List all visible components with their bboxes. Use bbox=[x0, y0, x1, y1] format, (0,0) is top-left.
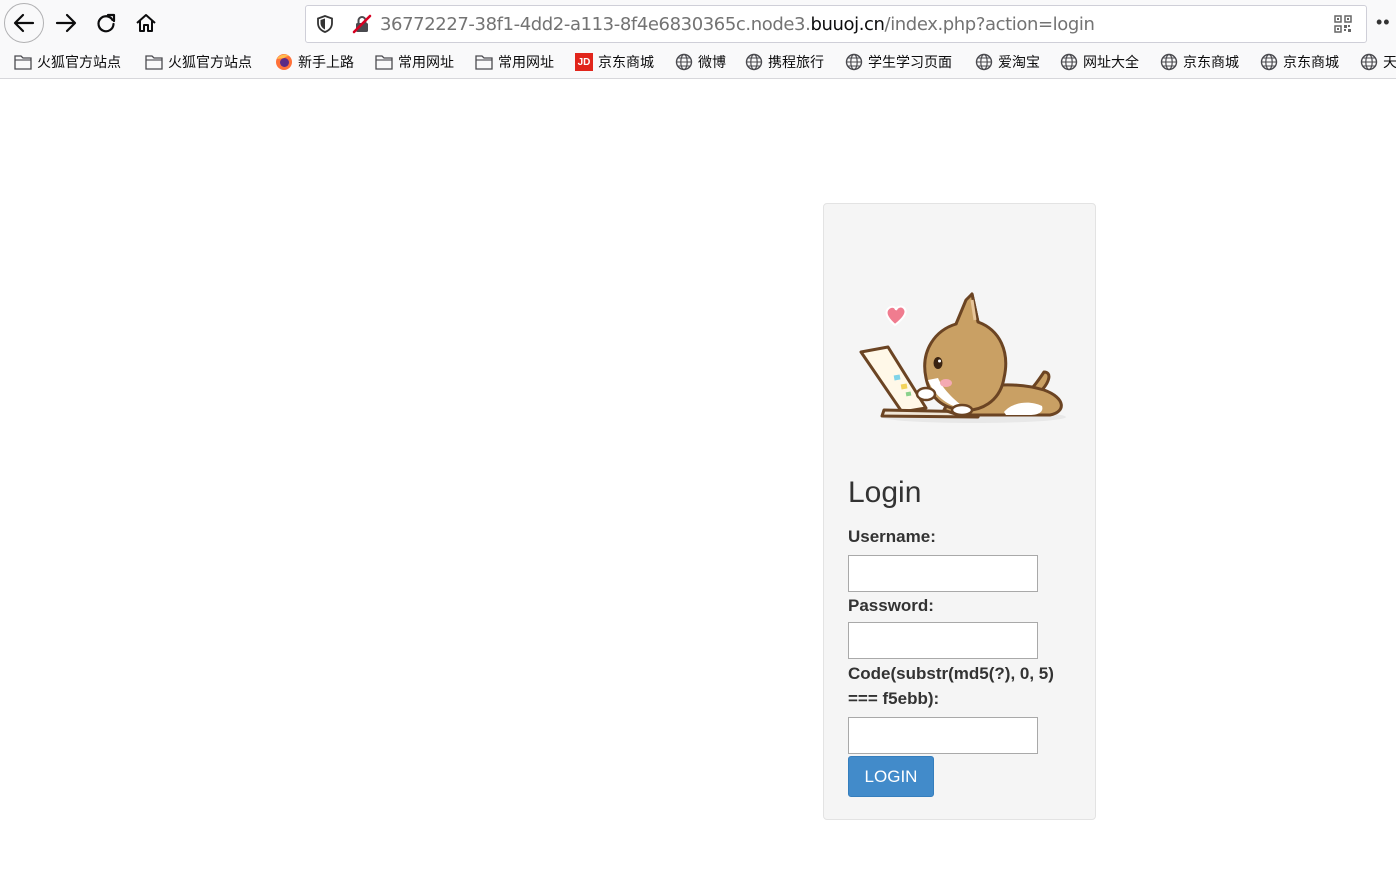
bookmark-label: 网址大全 bbox=[1083, 55, 1139, 71]
jd-icon: JD bbox=[575, 53, 593, 71]
folder-icon bbox=[14, 53, 32, 71]
code-input[interactable] bbox=[848, 717, 1038, 754]
bookmark-item[interactable]: 爱淘宝 bbox=[975, 51, 1040, 73]
arrow-left-icon bbox=[13, 13, 35, 33]
home-icon bbox=[136, 14, 156, 32]
bookmark-item[interactable]: 学生学习页面 bbox=[845, 51, 952, 73]
bookmark-label: 新手上路 bbox=[298, 55, 354, 71]
arrow-right-icon bbox=[55, 13, 77, 33]
globe-icon bbox=[975, 53, 993, 71]
bookmark-item[interactable]: 网址大全 bbox=[1060, 51, 1139, 73]
reload-icon bbox=[97, 13, 116, 33]
reload-button[interactable] bbox=[86, 3, 126, 43]
bookmark-label: 爱淘宝 bbox=[998, 55, 1040, 71]
bookmark-item[interactable]: 新手上路 bbox=[275, 51, 354, 73]
globe-icon bbox=[745, 53, 763, 71]
bookmark-item[interactable]: 常用网址 bbox=[475, 51, 554, 73]
home-button[interactable] bbox=[126, 3, 166, 43]
forward-button[interactable] bbox=[46, 3, 86, 43]
bookmark-item[interactable]: 京东商城 bbox=[1260, 51, 1339, 73]
folder-icon bbox=[145, 53, 163, 71]
bookmark-label: 天 bbox=[1383, 55, 1396, 71]
globe-icon bbox=[845, 53, 863, 71]
firefox-icon bbox=[275, 53, 293, 71]
browser-toolbar: 36772227-38f1-4dd2-a113-8f4e6830365c.nod… bbox=[0, 0, 1396, 46]
login-title: Login bbox=[848, 476, 922, 509]
globe-icon bbox=[675, 53, 693, 71]
globe-icon bbox=[1160, 53, 1178, 71]
bookmark-label: 常用网址 bbox=[498, 55, 554, 71]
mascot-illustration bbox=[859, 292, 1066, 423]
bookmark-item[interactable]: 火狐官方站点 bbox=[145, 51, 252, 73]
qr-code-icon[interactable] bbox=[1334, 15, 1352, 38]
globe-icon bbox=[1260, 53, 1278, 71]
username-label: Username: bbox=[848, 527, 936, 546]
overflow-menu-button[interactable]: •• bbox=[1376, 12, 1391, 33]
bookmark-item[interactable]: 常用网址 bbox=[375, 51, 454, 73]
bookmark-label: 微博 bbox=[698, 55, 726, 71]
insecure-lock-icon[interactable] bbox=[352, 14, 372, 39]
url-host: buuoj.cn bbox=[810, 14, 885, 35]
bookmark-label: 京东商城 bbox=[598, 55, 654, 71]
bookmark-item[interactable]: 微博 bbox=[675, 51, 726, 73]
password-label: Password: bbox=[848, 596, 934, 615]
url-prefix: 36772227-38f1-4dd2-a113-8f4e6830365c.nod… bbox=[380, 14, 811, 35]
code-label: Code(substr(md5(?), 0, 5) === f5ebb): bbox=[848, 661, 1054, 711]
shield-icon[interactable] bbox=[316, 15, 334, 38]
folder-icon bbox=[375, 53, 393, 71]
bookmark-item[interactable]: 火狐官方站点 bbox=[14, 51, 121, 73]
url-text[interactable]: 36772227-38f1-4dd2-a113-8f4e6830365c.nod… bbox=[380, 14, 1095, 35]
username-input[interactable] bbox=[848, 555, 1038, 592]
url-path: /index.php?action=login bbox=[884, 14, 1095, 35]
globe-icon bbox=[1360, 53, 1378, 71]
bookmark-label: 常用网址 bbox=[398, 55, 454, 71]
password-input[interactable] bbox=[848, 622, 1038, 659]
bookmark-item[interactable]: JD 京东商城 bbox=[575, 51, 654, 73]
login-panel: Login Username: Password: Code(substr(md… bbox=[823, 203, 1096, 820]
bookmark-label: 火狐官方站点 bbox=[37, 55, 121, 71]
bookmark-label: 学生学习页面 bbox=[868, 55, 952, 71]
globe-icon bbox=[1060, 53, 1078, 71]
bookmark-item[interactable]: 携程旅行 bbox=[745, 51, 824, 73]
bookmarks-toolbar: 火狐官方站点 火狐官方站点 新手上路 常用网址 常用网址 JD 京东商城 微博 … bbox=[0, 46, 1396, 79]
bookmark-item[interactable]: 天 bbox=[1360, 51, 1396, 73]
back-button[interactable] bbox=[4, 3, 44, 43]
heart-icon bbox=[885, 305, 907, 327]
bookmark-label: 京东商城 bbox=[1183, 55, 1239, 71]
bookmark-label: 京东商城 bbox=[1283, 55, 1339, 71]
code-label-line1: Code(substr(md5(?), 0, 5) bbox=[848, 664, 1054, 683]
bookmark-item[interactable]: 京东商城 bbox=[1160, 51, 1239, 73]
bookmark-label: 火狐官方站点 bbox=[168, 55, 252, 71]
bookmark-label: 携程旅行 bbox=[768, 55, 824, 71]
code-label-line2: === f5ebb): bbox=[848, 689, 940, 708]
address-bar[interactable]: 36772227-38f1-4dd2-a113-8f4e6830365c.nod… bbox=[305, 5, 1367, 43]
login-button[interactable]: LOGIN bbox=[848, 756, 934, 797]
folder-icon bbox=[475, 53, 493, 71]
